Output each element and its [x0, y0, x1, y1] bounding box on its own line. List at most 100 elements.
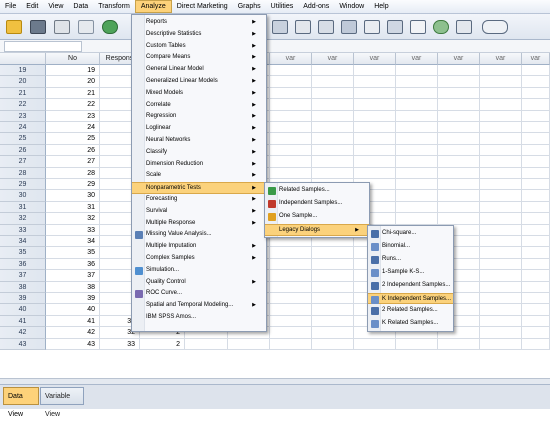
cell-no[interactable]: 29 — [46, 179, 100, 191]
column-header-var[interactable]: var — [396, 53, 438, 65]
cell-empty[interactable] — [228, 338, 270, 350]
cell-no[interactable]: 33 — [46, 224, 100, 236]
split-file-icon[interactable] — [339, 17, 359, 37]
cell-empty[interactable] — [312, 122, 354, 134]
row-number[interactable]: 39 — [0, 293, 46, 305]
menu-item-generalized-linear-models[interactable]: Generalized Linear Models ▶ — [132, 76, 266, 88]
cell-empty[interactable] — [312, 167, 354, 179]
cell-empty[interactable] — [522, 270, 550, 282]
undo-icon[interactable] — [100, 17, 120, 37]
cell-empty[interactable] — [480, 338, 522, 350]
cell-empty[interactable] — [396, 65, 438, 77]
menu-item-quality-control[interactable]: Quality Control ▶ — [132, 277, 266, 289]
row-number[interactable]: 43 — [0, 338, 46, 350]
cell-empty[interactable] — [522, 144, 550, 157]
cell-empty[interactable] — [312, 315, 354, 328]
cell-no[interactable]: 39 — [46, 293, 100, 305]
value-labels-icon[interactable] — [408, 17, 428, 37]
menu-item-reports[interactable]: Reports ▶ — [132, 17, 266, 29]
row-number[interactable]: 38 — [0, 281, 46, 293]
menu-item-scale[interactable]: Scale ▶ — [132, 170, 266, 182]
cell-empty[interactable] — [354, 76, 396, 88]
cell-empty[interactable] — [522, 190, 550, 202]
cell-empty[interactable] — [396, 338, 438, 350]
cell-no[interactable]: 35 — [46, 247, 100, 259]
weight-cases-icon[interactable] — [362, 17, 382, 37]
menu-item-ibm-spss-amos[interactable]: IBM SPSS Amos... — [132, 312, 266, 324]
menu-file[interactable]: File — [0, 0, 21, 13]
cell-respons[interactable]: 33 — [100, 338, 140, 350]
cell-empty[interactable] — [270, 281, 312, 293]
cell-empty[interactable] — [480, 270, 522, 282]
menu-item-general-linear-model[interactable]: General Linear Model ▶ — [132, 64, 266, 76]
row-number[interactable]: 25 — [0, 133, 46, 145]
cell-no[interactable]: 27 — [46, 156, 100, 168]
cell-empty[interactable] — [438, 110, 480, 122]
menu-item-k-related-samples[interactable]: K Related Samples... — [368, 318, 453, 330]
menu-item-compare-means[interactable]: Compare Means ▶ — [132, 52, 266, 64]
menu-item-roc-curve[interactable]: ROC Curve... — [132, 288, 266, 300]
cell-no[interactable]: 30 — [46, 190, 100, 202]
cell-empty[interactable] — [354, 87, 396, 100]
row-number[interactable]: 30 — [0, 190, 46, 202]
row-number[interactable]: 21 — [0, 87, 46, 100]
menu-data[interactable]: Data — [68, 0, 93, 13]
cell-empty[interactable] — [354, 156, 396, 168]
row-number[interactable]: 26 — [0, 144, 46, 157]
cell-empty[interactable] — [480, 99, 522, 111]
cell-empty[interactable] — [438, 122, 480, 134]
column-header-var[interactable]: var — [312, 53, 354, 65]
cell-empty[interactable] — [185, 338, 228, 350]
menu-transform[interactable]: Transform — [93, 0, 135, 13]
cell-empty[interactable] — [522, 65, 550, 77]
cell-empty[interactable] — [438, 201, 480, 214]
cell-empty[interactable] — [522, 133, 550, 145]
menu-edit[interactable]: Edit — [21, 0, 43, 13]
cell-empty[interactable] — [522, 99, 550, 111]
cell-empty[interactable] — [312, 87, 354, 100]
cell-empty[interactable] — [312, 65, 354, 77]
cell-empty[interactable] — [270, 327, 312, 339]
cell-empty[interactable] — [522, 87, 550, 100]
cell-empty[interactable] — [480, 258, 522, 271]
menu-item-descriptive-statistics[interactable]: Descriptive Statistics ▶ — [132, 29, 266, 41]
cell-empty[interactable] — [522, 293, 550, 305]
menu-item-custom-tables[interactable]: Custom Tables ▶ — [132, 41, 266, 53]
cell-empty[interactable] — [438, 338, 480, 350]
cell-empty[interactable] — [312, 133, 354, 145]
cell-empty[interactable] — [396, 87, 438, 100]
cell-empty[interactable] — [396, 110, 438, 122]
menu-item-forecasting[interactable]: Forecasting ▶ — [132, 194, 266, 206]
cell-empty[interactable] — [522, 201, 550, 214]
cell-empty[interactable] — [396, 156, 438, 168]
row-number[interactable]: 19 — [0, 65, 46, 77]
menu-item-1-sample-k-s[interactable]: 1-Sample K-S... — [368, 267, 453, 279]
cell-empty[interactable] — [480, 133, 522, 145]
menu-item-related-samples[interactable]: Related Samples... — [265, 185, 369, 197]
cell-empty[interactable] — [522, 258, 550, 271]
row-number[interactable]: 24 — [0, 122, 46, 134]
cell-empty[interactable] — [312, 270, 354, 282]
save-icon[interactable] — [28, 17, 48, 37]
menu-item-neural-networks[interactable]: Neural Networks ▶ — [132, 135, 266, 147]
tab-variable-view[interactable]: Variable View — [40, 387, 84, 418]
cell-empty[interactable] — [396, 76, 438, 88]
cell-no[interactable]: 26 — [46, 144, 100, 157]
cell-no[interactable]: 42 — [46, 327, 100, 339]
cell-empty[interactable] — [312, 99, 354, 111]
cell-empty[interactable] — [270, 293, 312, 305]
run-descriptives-icon[interactable] — [293, 17, 313, 37]
cell-empty[interactable] — [312, 144, 354, 157]
cell-empty[interactable] — [270, 247, 312, 259]
cell-empty[interactable] — [270, 122, 312, 134]
cell-empty[interactable] — [438, 179, 480, 191]
cell-empty[interactable] — [480, 65, 522, 77]
cell-empty[interactable] — [480, 247, 522, 259]
cell-no[interactable]: 21 — [46, 87, 100, 100]
cell-empty[interactable] — [522, 247, 550, 259]
menu-item-spatial-and-temporal-modeling[interactable]: Spatial and Temporal Modeling... ▶ — [132, 300, 266, 312]
cell-empty[interactable] — [354, 144, 396, 157]
menu-item-2-related-samples[interactable]: 2 Related Samples... — [368, 305, 453, 317]
column-header-var[interactable]: var — [354, 53, 396, 65]
menu-item-one-sample[interactable]: One Sample... — [265, 211, 369, 223]
